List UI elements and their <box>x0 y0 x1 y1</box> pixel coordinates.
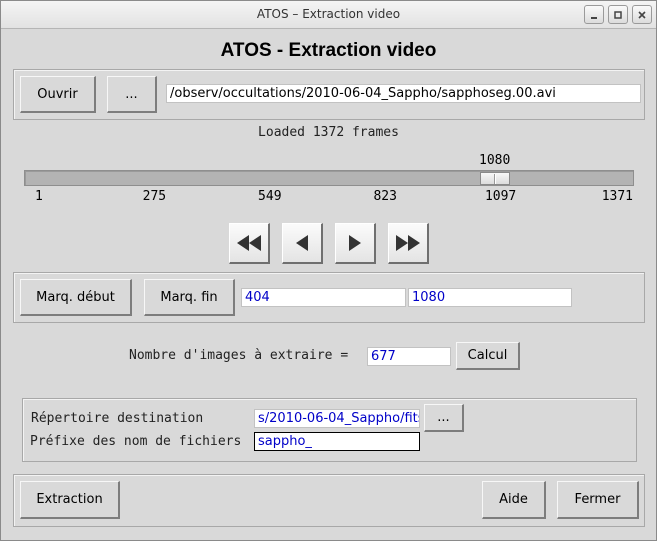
fast-backward-icon <box>237 235 261 251</box>
slider-tick-label: 1097 <box>484 189 517 204</box>
loaded-status: Loaded 1372 frames <box>258 125 399 140</box>
start-frame-field[interactable]: 404 <box>241 288 406 307</box>
image-count-label: Nombre d'images à extraire = <box>129 348 349 363</box>
file-prefix-field[interactable]: sappho_ <box>254 432 420 451</box>
fast-forward-button[interactable] <box>388 223 429 264</box>
close-button[interactable]: Fermer <box>557 481 639 519</box>
image-count-field[interactable]: 677 <box>367 347 451 366</box>
mark-end-button[interactable]: Marq. fin <box>144 279 235 316</box>
browse-dir-button[interactable]: ... <box>424 404 464 432</box>
help-button[interactable]: Aide <box>482 481 546 519</box>
slider-thumb[interactable] <box>480 172 510 185</box>
close-icon[interactable] <box>632 5 652 24</box>
calculate-button[interactable]: Calcul <box>456 342 520 370</box>
app-window: ATOS – Extraction video ATOS - Extractio… <box>0 0 657 541</box>
file-prefix-label: Préfixe des nom de fichiers <box>30 434 242 449</box>
next-frame-button[interactable] <box>335 223 376 264</box>
minimize-icon[interactable] <box>584 5 604 24</box>
rewind-button[interactable] <box>229 223 270 264</box>
open-button[interactable]: Ouvrir <box>20 76 96 113</box>
destination-panel <box>22 398 637 462</box>
window-title: ATOS – Extraction video <box>256 7 401 21</box>
end-frame-field[interactable]: 1080 <box>408 288 572 307</box>
step-forward-icon <box>349 235 361 251</box>
previous-frame-button[interactable] <box>282 223 323 264</box>
destination-dir-field[interactable]: s/2010-06-04_Sappho/fits <box>254 409 420 428</box>
mark-start-button[interactable]: Marq. début <box>20 279 132 316</box>
slider-tick-label: 1 <box>35 189 43 204</box>
slider-tick-label: 275 <box>142 189 167 204</box>
file-path-field[interactable]: /observ/occultations/2010-06-04_Sappho/s… <box>166 84 641 103</box>
browse-file-button[interactable]: ... <box>107 76 157 113</box>
destination-dir-label: Répertoire destination <box>31 411 204 426</box>
extraction-button[interactable]: Extraction <box>20 481 120 519</box>
slider-tick-label: 549 <box>258 189 282 204</box>
frame-slider[interactable] <box>24 170 634 186</box>
step-backward-icon <box>296 235 308 251</box>
slider-tick-label: 823 <box>373 189 397 204</box>
maximize-icon[interactable] <box>608 5 628 24</box>
fast-forward-icon <box>396 235 420 251</box>
title-bar[interactable]: ATOS – Extraction video <box>1 1 656 29</box>
page-title: ATOS - Extraction video <box>220 40 437 61</box>
slider-value-label: 1080 <box>479 153 511 168</box>
slider-tick-label: 1371 <box>601 189 633 204</box>
